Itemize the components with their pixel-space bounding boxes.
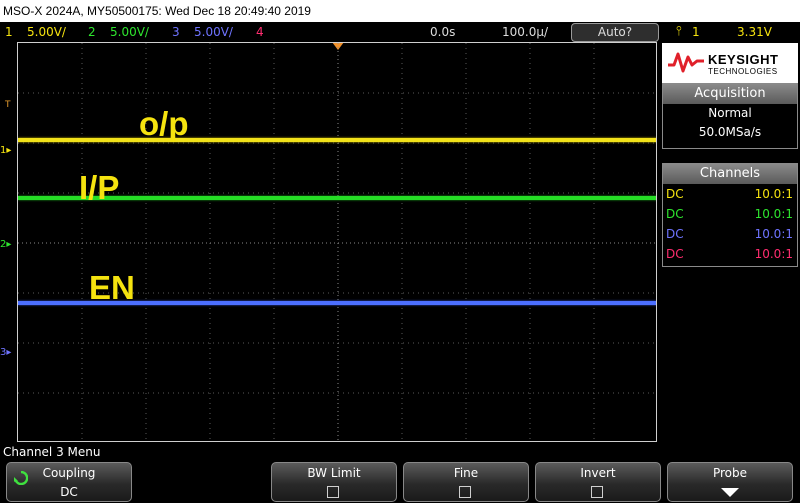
ch3-ground-marker[interactable]: 3▸ bbox=[0, 347, 11, 359]
acquisition-mode: Normal bbox=[708, 106, 752, 120]
bw-limit-softkey[interactable]: BW Limit bbox=[271, 462, 397, 502]
sample-rate: 50.0MSa/s bbox=[698, 125, 762, 139]
enable-annotation: EN bbox=[89, 269, 135, 306]
trigger-level[interactable]: 3.31V bbox=[737, 22, 772, 42]
ch1-marker-label: 1 bbox=[0, 145, 7, 156]
coupling-label: Coupling bbox=[42, 466, 96, 480]
ch2-scale[interactable]: 5.00V/ bbox=[110, 22, 149, 42]
acquisition-panel[interactable]: Acquisition Normal 50.0MSa/s bbox=[662, 83, 798, 149]
ch4-number[interactable]: 4 bbox=[256, 22, 264, 42]
channel-coupling: DC bbox=[666, 187, 684, 201]
graticule bbox=[18, 43, 656, 441]
ch3-marker-label: 3 bbox=[0, 347, 7, 358]
ch1-ground-marker[interactable]: 1▸ bbox=[0, 145, 11, 157]
keysight-wave-icon bbox=[668, 52, 704, 73]
coupling-value: DC bbox=[60, 485, 78, 499]
fine-softkey[interactable]: Fine bbox=[403, 462, 529, 502]
channel-row: DC 10.0:1 bbox=[663, 204, 797, 224]
probe-softkey[interactable]: Probe bbox=[667, 462, 793, 502]
channel-probe: 10.0:1 bbox=[754, 227, 793, 241]
keysight-logo: KEYSIGHT TECHNOLOGIES bbox=[662, 43, 798, 83]
invert-checkbox[interactable] bbox=[591, 486, 603, 498]
bw-limit-checkbox[interactable] bbox=[327, 486, 339, 498]
bw-limit-label: BW Limit bbox=[307, 466, 361, 480]
side-panel: KEYSIGHT TECHNOLOGIES Acquisition Normal… bbox=[660, 42, 800, 442]
trigger-mode-button[interactable]: Auto? bbox=[571, 23, 659, 42]
ch1-trace[interactable] bbox=[18, 138, 656, 142]
fine-checkbox[interactable] bbox=[459, 486, 471, 498]
channel-coupling: DC bbox=[666, 247, 684, 261]
channels-panel[interactable]: Channels DC 10.0:1 DC 10.0:1 DC 10.0:1 D… bbox=[662, 163, 798, 267]
acquisition-header: Acquisition bbox=[663, 84, 797, 104]
submenu-arrow-icon bbox=[721, 488, 739, 497]
trigger-edge-icon: ⫯ bbox=[676, 24, 682, 39]
brand-name: KEYSIGHT bbox=[708, 52, 779, 67]
waveform-display[interactable]: o/p I/P EN bbox=[17, 42, 657, 442]
trigger-source[interactable]: 1 bbox=[692, 22, 700, 42]
ch2-marker-label: 2 bbox=[0, 239, 7, 250]
channel-row: DC 10.0:1 bbox=[663, 184, 797, 204]
ch2-ground-marker[interactable]: 2▸ bbox=[0, 239, 11, 251]
channel-coupling: DC bbox=[666, 207, 684, 221]
trigger-level-marker[interactable]: T bbox=[5, 100, 11, 110]
ch2-number[interactable]: 2 bbox=[88, 22, 96, 42]
invert-label: Invert bbox=[580, 466, 616, 480]
status-bar: 1 5.00V/ 2 5.00V/ 3 5.00V/ 4 0.0s 100.0µ… bbox=[0, 22, 800, 42]
output-annotation: o/p bbox=[139, 105, 189, 142]
invert-softkey[interactable]: Invert bbox=[535, 462, 661, 502]
menu-title: Channel 3 Menu bbox=[3, 445, 101, 459]
coupling-softkey[interactable]: Coupling DC bbox=[6, 462, 132, 502]
window-title: MSO-X 2024A, MY50500175: Wed Dec 18 20:4… bbox=[0, 0, 800, 22]
fine-label: Fine bbox=[453, 466, 479, 480]
channel-row: DC 10.0:1 bbox=[663, 224, 797, 244]
channel-probe: 10.0:1 bbox=[754, 207, 793, 221]
channel-probe: 10.0:1 bbox=[754, 187, 793, 201]
channel-coupling: DC bbox=[666, 227, 684, 241]
probe-label: Probe bbox=[712, 466, 748, 480]
ch3-scale[interactable]: 5.00V/ bbox=[194, 22, 233, 42]
channel-probe: 10.0:1 bbox=[754, 247, 793, 261]
channel-row: DC 10.0:1 bbox=[663, 244, 797, 264]
ch3-number[interactable]: 3 bbox=[172, 22, 180, 42]
time-delay[interactable]: 0.0s bbox=[430, 22, 455, 42]
ch1-scale[interactable]: 5.00V/ bbox=[27, 22, 66, 42]
brand-sub: TECHNOLOGIES bbox=[708, 67, 778, 76]
input-annotation: I/P bbox=[79, 169, 120, 206]
timebase[interactable]: 100.0µ/ bbox=[502, 22, 548, 42]
channels-header: Channels bbox=[663, 164, 797, 184]
ch1-number[interactable]: 1 bbox=[5, 22, 13, 42]
